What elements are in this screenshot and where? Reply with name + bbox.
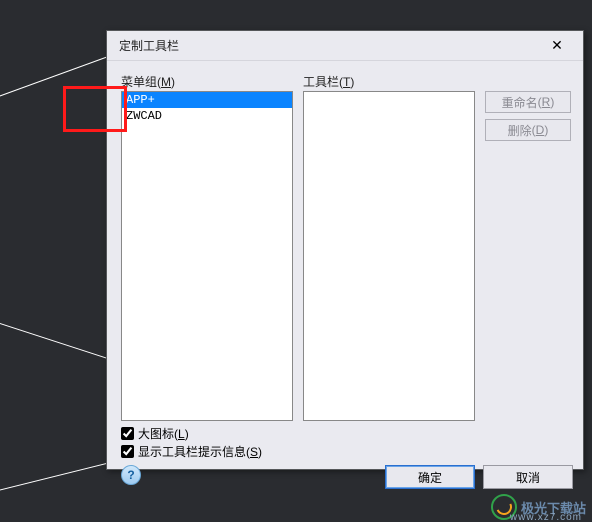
dialog-body: 菜单组(M) 工具栏(T) APP+ ZWCAD 重命名(R) 删除(D) 大图…	[107, 61, 583, 469]
ok-button[interactable]: 确定	[385, 465, 475, 489]
toolbar-label: 工具栏(T)	[303, 73, 354, 90]
toolbar-listbox[interactable]	[303, 91, 475, 421]
close-icon: ✕	[551, 37, 563, 54]
cancel-button[interactable]: 取消	[483, 465, 573, 489]
close-button[interactable]: ✕	[537, 32, 577, 60]
list-item[interactable]: ZWCAD	[122, 108, 292, 124]
help-button[interactable]: ?	[121, 465, 141, 485]
watermark-domain: www.xz7.com	[510, 512, 582, 523]
titlebar: 定制工具栏 ✕	[107, 31, 583, 61]
help-icon: ?	[127, 468, 134, 482]
large-icons-input[interactable]	[121, 427, 134, 440]
rename-button[interactable]: 重命名(R)	[485, 91, 571, 113]
customize-toolbar-dialog: 定制工具栏 ✕ 菜单组(M) 工具栏(T) APP+ ZWCAD 重命名(R) …	[106, 30, 584, 470]
dialog-title: 定制工具栏	[119, 37, 537, 54]
large-icons-label: 大图标(L)	[138, 425, 189, 442]
show-tips-checkbox[interactable]: 显示工具栏提示信息(S)	[121, 443, 262, 460]
menu-group-listbox[interactable]: APP+ ZWCAD	[121, 91, 293, 421]
show-tips-label: 显示工具栏提示信息(S)	[138, 443, 262, 460]
list-item[interactable]: APP+	[122, 92, 292, 108]
large-icons-checkbox[interactable]: 大图标(L)	[121, 425, 189, 442]
menu-group-label: 菜单组(M)	[121, 73, 175, 90]
delete-button[interactable]: 删除(D)	[485, 119, 571, 141]
show-tips-input[interactable]	[121, 445, 134, 458]
